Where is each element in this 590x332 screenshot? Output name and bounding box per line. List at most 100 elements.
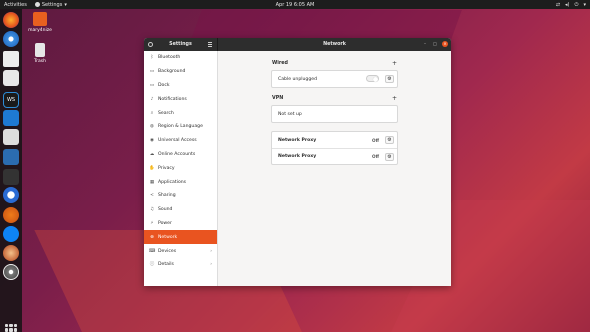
app-icon[interactable] (3, 149, 19, 165)
messenger-icon[interactable] (3, 226, 19, 242)
sidebar-item-label: Devices (158, 248, 177, 254)
hand-icon: ✋ (149, 165, 155, 171)
wired-connection-row[interactable]: Cable unplugged ⚙ (272, 71, 397, 87)
home-folder-icon (33, 12, 47, 26)
sidebar-item-power[interactable]: ⚡ Power (144, 217, 217, 231)
minimize-icon[interactable]: – (422, 41, 428, 47)
app-icon[interactable] (3, 207, 19, 223)
network-proxy-state: Off (372, 137, 379, 143)
system-tray[interactable]: ⇄ ◂) ⏻ ▾ (556, 0, 586, 9)
sidebar-item-label: Sound (158, 207, 173, 213)
power-icon: ⚡ (150, 220, 154, 226)
sidebar-item-label: Dock (158, 82, 170, 88)
sidebar-item-privacy[interactable]: ✋ Privacy (144, 161, 217, 175)
vpn-status: Not set up (278, 111, 302, 117)
app-menu-label: Settings (41, 1, 63, 8)
sidebar: ᛒ Bluetooth ▭ Background ▭ Dock ♪ Notificati… (144, 51, 218, 286)
sidebar-item-background[interactable]: ▭ Background (144, 65, 217, 79)
applications-icon: ▦ (149, 179, 155, 185)
sidebar-item-label: Applications (158, 179, 187, 185)
add-wired-button[interactable]: + (392, 61, 397, 67)
maximize-icon[interactable]: □ (432, 41, 438, 47)
activities-button[interactable]: Activities (4, 2, 27, 8)
webstorm-icon[interactable]: WS (3, 92, 19, 108)
network-proxy-label: Network Proxy (278, 154, 317, 159)
power-icon: ⏻ (574, 1, 579, 8)
app-icon[interactable] (3, 245, 19, 261)
keyboard-icon: ⌨ (149, 248, 156, 254)
notifications-icon: ♪ (150, 96, 154, 102)
gear-icon[interactable]: ⚙ (385, 152, 394, 161)
sidebar-item-label: Power (158, 220, 172, 226)
sidebar-item-label: Notifications (158, 96, 187, 102)
hamburger-menu-icon[interactable] (208, 42, 212, 47)
chevron-down-icon: ▾ (583, 1, 586, 8)
trash-desktop-icon[interactable]: Trash (23, 43, 57, 64)
firefox-icon[interactable] (3, 12, 19, 28)
gear-icon[interactable]: ⚙ (385, 74, 394, 83)
bluetooth-icon: ᛒ (150, 55, 154, 61)
sidebar-item-region-language[interactable]: ◍ Region & Language (144, 120, 217, 134)
home-folder-desktop-icon[interactable]: mary4nize (23, 12, 57, 33)
chevron-down-icon: ▾ (64, 1, 67, 8)
chevron-right-icon: › (210, 262, 212, 268)
accessibility-icon: ◉ (150, 138, 154, 144)
files-icon[interactable] (3, 51, 19, 67)
show-applications-icon[interactable] (5, 324, 17, 332)
vpn-heading: VPN (272, 96, 284, 101)
trash-icon (35, 43, 45, 57)
music-icon: ♫ (149, 207, 155, 213)
add-vpn-button[interactable]: + (392, 96, 397, 102)
dock-icon: ▭ (149, 82, 155, 88)
sidebar-item-label: Search (158, 110, 174, 116)
terminal-icon[interactable] (3, 169, 19, 185)
wired-heading: Wired (272, 61, 288, 66)
sidebar-item-label: Universal Access (158, 138, 197, 144)
gear-icon[interactable]: ⚙ (385, 135, 394, 144)
vpn-section-header: VPN + (272, 96, 397, 102)
app-menu[interactable]: Settings ▾ (34, 1, 67, 8)
sidebar-item-sound[interactable]: ♫ Sound (144, 203, 217, 217)
sidebar-item-devices[interactable]: ⌨ Devices › (144, 244, 217, 258)
home-folder-label: mary4nize (28, 28, 52, 33)
sidebar-item-label: Background (158, 69, 186, 75)
vpn-row: Not set up (272, 106, 397, 122)
calendar-icon[interactable] (3, 70, 19, 86)
background-icon: ▭ (149, 69, 155, 75)
chevron-right-icon: › (210, 248, 212, 254)
top-bar: Activities Settings ▾ Apr 19 6:05 AM ⇄ ◂… (0, 0, 590, 9)
app-icon[interactable] (3, 129, 19, 145)
network-proxy-row[interactable]: Network Proxy Off ⚙ (272, 132, 397, 148)
settings-window: Settings Network – □ × ᛒ Bluetooth ▭ Backg… (144, 38, 451, 286)
globe-icon: ◍ (150, 124, 154, 130)
title-bar: Settings Network – □ × (144, 38, 451, 51)
settings-icon[interactable] (3, 264, 19, 280)
sidebar-item-online-accounts[interactable]: ☁ Online Accounts (144, 148, 217, 162)
sidebar-header: Settings (144, 38, 218, 51)
chromium-icon[interactable] (3, 31, 19, 47)
sidebar-item-label: Network (158, 234, 178, 240)
sidebar-item-network[interactable]: ⊕ Network (144, 230, 217, 245)
app-icon[interactable] (3, 187, 19, 203)
cloud-icon: ☁ (149, 151, 155, 157)
info-icon: ⓘ (149, 262, 155, 268)
vscode-icon[interactable] (3, 110, 19, 126)
sidebar-item-notifications[interactable]: ♪ Notifications (144, 92, 217, 106)
vpn-card: Not set up (271, 105, 398, 123)
sidebar-item-details[interactable]: ⓘ Details › (144, 258, 217, 272)
sidebar-item-applications[interactable]: ▦ Applications (144, 175, 217, 189)
network-proxy-row[interactable]: Network Proxy Off ⚙ (272, 148, 397, 164)
sidebar-item-bluetooth[interactable]: ᛒ Bluetooth (144, 51, 217, 65)
clock[interactable]: Apr 19 6:05 AM (0, 2, 590, 8)
close-icon[interactable]: × (442, 41, 448, 47)
sidebar-item-search[interactable]: ⌕ Search (144, 106, 217, 120)
wired-toggle[interactable] (366, 75, 379, 82)
sidebar-item-label: Sharing (158, 193, 176, 199)
sidebar-item-label: Details (158, 262, 174, 268)
share-icon: < (150, 193, 154, 199)
sidebar-item-universal-access[interactable]: ◉ Universal Access (144, 134, 217, 148)
sidebar-item-dock[interactable]: ▭ Dock (144, 79, 217, 93)
volume-icon: ◂) (565, 1, 570, 8)
sidebar-item-sharing[interactable]: < Sharing (144, 189, 217, 203)
sidebar-item-label: Region & Language (158, 124, 203, 130)
